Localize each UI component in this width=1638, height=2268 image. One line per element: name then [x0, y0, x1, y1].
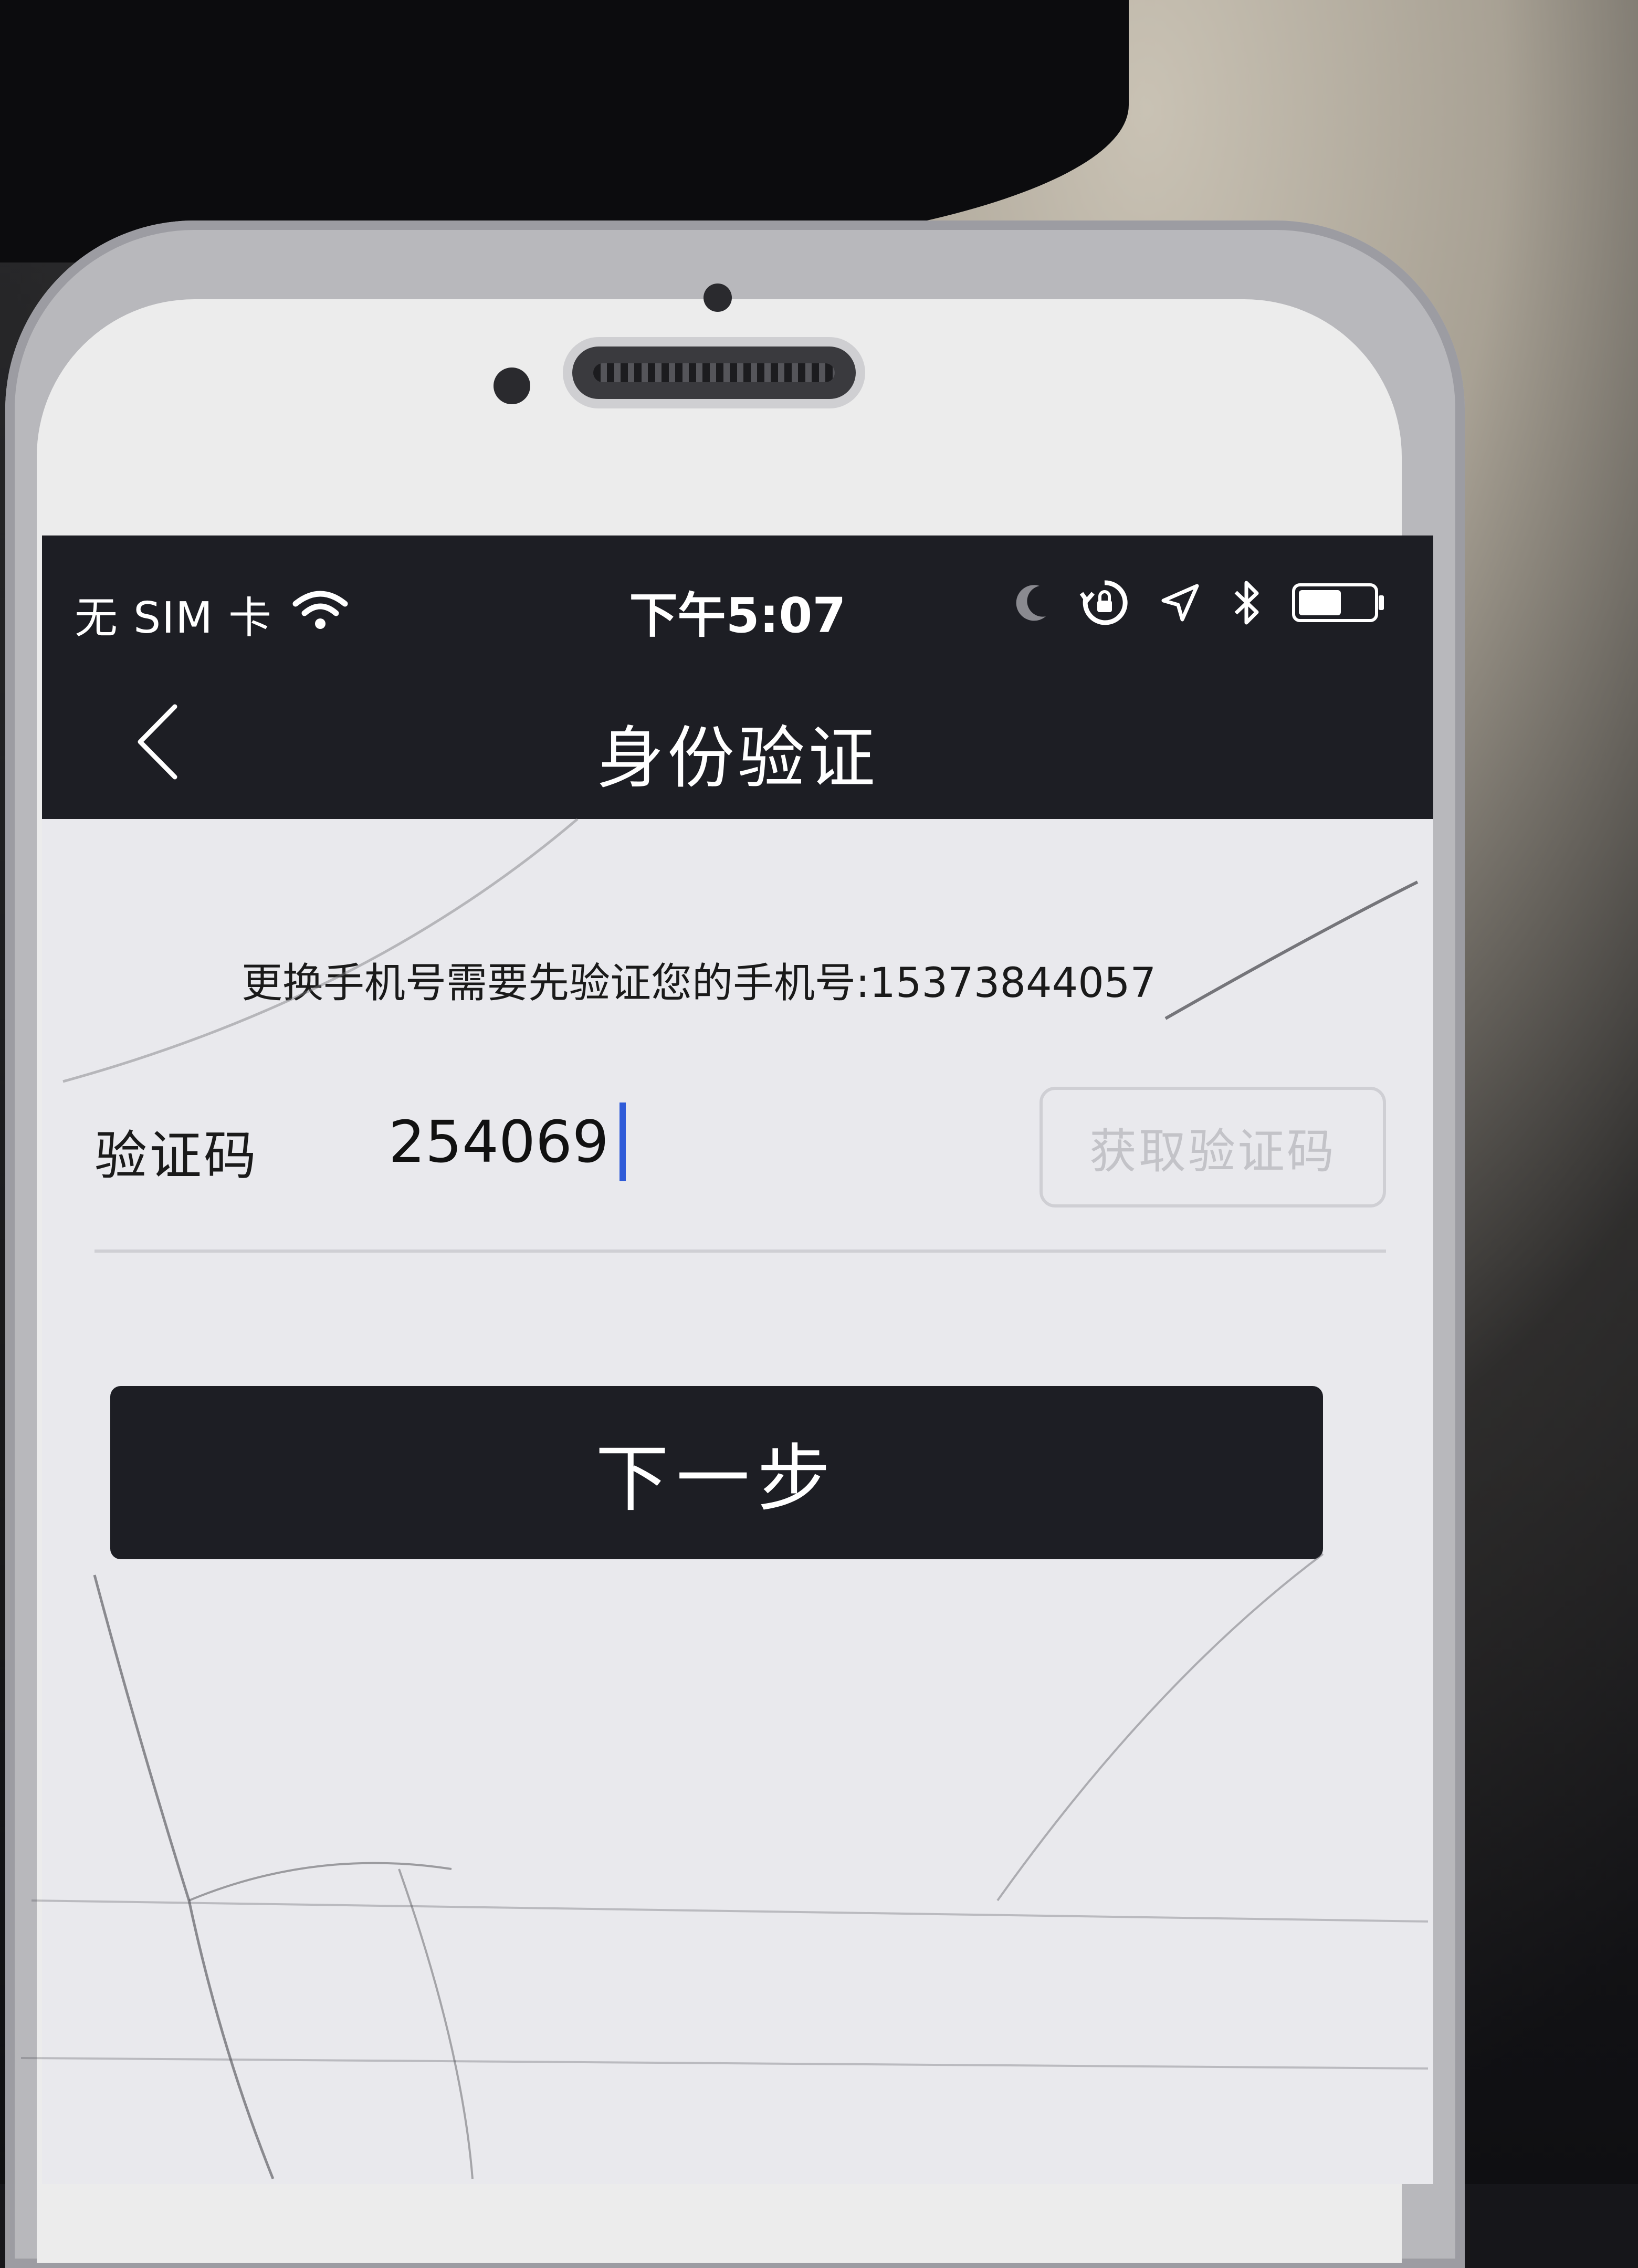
text-caret: [620, 1102, 626, 1181]
next-step-button[interactable]: 下一步: [110, 1386, 1323, 1559]
bluetooth-icon: [1231, 578, 1262, 630]
code-label: 验证码: [94, 1125, 258, 1186]
get-code-button[interactable]: 获取验证码: [1040, 1087, 1386, 1208]
proximity-sensor: [704, 284, 732, 312]
earpiece-speaker: [572, 346, 856, 399]
status-bar: 无 SIM 卡 下午5:07: [42, 536, 1433, 667]
verification-code-row: 验证码 获取验证码: [94, 1071, 1386, 1208]
phone-notice: 更换手机号需要先验证您的手机号:15373844057: [242, 960, 1157, 1007]
page-title: 身份验证: [596, 719, 878, 797]
input-divider: [94, 1250, 1386, 1253]
verification-code-input[interactable]: [388, 1108, 914, 1176]
front-camera: [494, 368, 530, 404]
battery-icon: [1292, 582, 1386, 626]
status-right: [1013, 578, 1386, 630]
phone-screen: 无 SIM 卡 下午5:07 身份验证 更换手机号需要先验证您的手机号:1537…: [42, 536, 1433, 2184]
navigation-bar: 身份验证: [42, 667, 1433, 819]
rotation-lock-icon: [1079, 578, 1130, 630]
location-icon: [1159, 582, 1201, 626]
moon-icon: [1013, 582, 1050, 626]
verification-form: 更换手机号需要先验证您的手机号:15373844057 验证码 获取验证码 下一…: [42, 819, 1433, 2184]
